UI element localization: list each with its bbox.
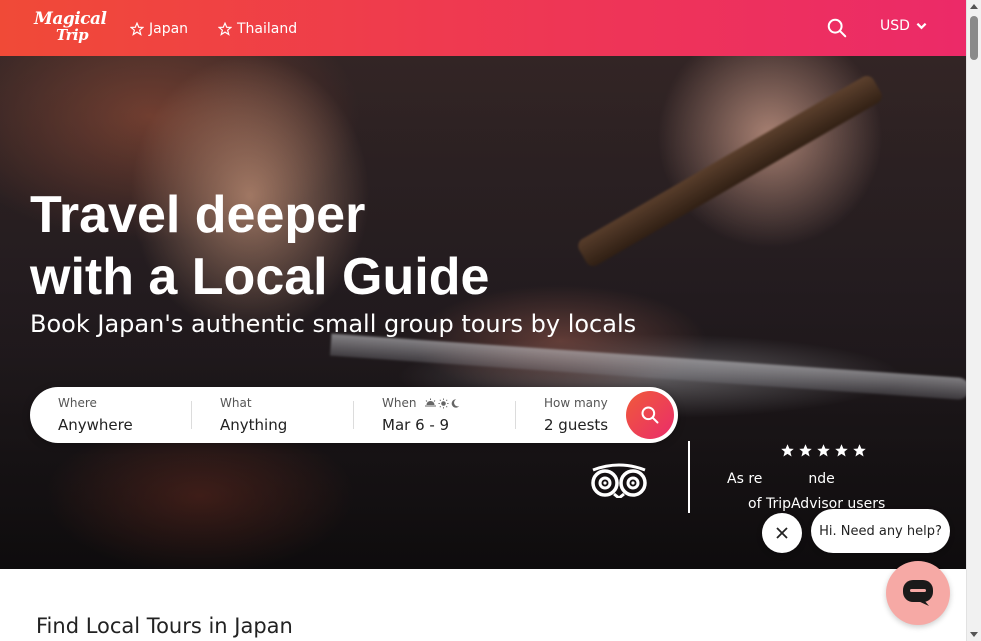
- tour-search-bar: Where Anywhere What Anything When Mar 6 …: [30, 387, 678, 443]
- magicaltrip-logo[interactable]: Magical Trip: [34, 9, 107, 47]
- star-filled-icon: [781, 444, 794, 457]
- chevron-down-icon: [916, 22, 927, 30]
- search-where-field[interactable]: Where Anywhere: [58, 387, 188, 443]
- tripadvisor-owl-icon: [591, 463, 647, 498]
- hero-subtitle: Book Japan's authentic small group tours…: [30, 310, 637, 338]
- when-value: Mar 6 - 9: [382, 416, 450, 434]
- what-label: What: [220, 396, 252, 410]
- where-label: Where: [58, 396, 97, 410]
- chat-launcher-button[interactable]: [886, 561, 950, 625]
- star-filled-icon: [817, 444, 830, 457]
- chat-icon: [903, 580, 933, 606]
- currency-label: USD: [880, 18, 910, 34]
- search-submit-button[interactable]: [626, 391, 674, 439]
- chat-close-button[interactable]: [762, 513, 802, 553]
- search-when-field[interactable]: When Mar 6 - 9: [382, 387, 512, 443]
- search-guests-field[interactable]: How many 2 guests: [544, 387, 634, 443]
- tripadvisor-rating-stars: [780, 443, 867, 458]
- guests-value: 2 guests: [544, 416, 609, 434]
- search-divider: [191, 401, 192, 429]
- moon-icon: [452, 398, 460, 408]
- page-scrollbar[interactable]: [966, 0, 981, 641]
- star-filled-icon: [799, 444, 812, 457]
- logo-line2: Trip: [56, 26, 89, 44]
- scrollbar-thumb[interactable]: [970, 16, 978, 60]
- nav-thailand-label: Thailand: [237, 21, 298, 37]
- nav-thailand[interactable]: Thailand: [218, 18, 297, 40]
- sunrise-icon: [425, 398, 437, 407]
- when-label-row: When: [382, 396, 460, 410]
- hero-title-line1: Travel deeper: [30, 186, 366, 244]
- nav-japan[interactable]: Japan: [130, 18, 188, 40]
- search-what-field[interactable]: What Anything: [220, 387, 350, 443]
- star-outline-icon: [218, 22, 232, 36]
- hero-banner: Travel deeper with a Local Guide Book Ja…: [0, 56, 966, 569]
- tripadvisor-text-line1-start: As re: [727, 471, 763, 487]
- chat-greeting-bubble[interactable]: Hi. Need any help?: [811, 509, 950, 553]
- sun-icon: [438, 397, 450, 409]
- tripadvisor-divider: [688, 441, 690, 513]
- tripadvisor-text-line1: As re nde: [727, 471, 835, 487]
- when-label: When: [382, 396, 417, 410]
- tripadvisor-text-line1-end: nde: [808, 471, 835, 487]
- hero-content: Travel deeper with a Local Guide Book Ja…: [0, 56, 966, 569]
- currency-selector[interactable]: USD: [880, 18, 927, 34]
- hero-title: Travel deeper with a Local Guide: [30, 184, 650, 308]
- search-divider: [515, 401, 516, 429]
- search-icon: [641, 406, 659, 424]
- what-value: Anything: [220, 416, 288, 434]
- search-icon[interactable]: [826, 17, 848, 39]
- scroll-up-arrow[interactable]: [970, 4, 978, 9]
- close-icon: [776, 527, 788, 539]
- logo-line1: Magical: [34, 9, 107, 29]
- nav-japan-label: Japan: [149, 21, 189, 37]
- search-divider: [353, 401, 354, 429]
- section-title: Find Local Tours in Japan: [36, 614, 293, 638]
- where-value: Anywhere: [58, 416, 133, 434]
- star-filled-icon: [835, 444, 848, 457]
- scroll-down-arrow[interactable]: [970, 632, 978, 637]
- star-outline-icon: [130, 22, 144, 36]
- top-header: Magical Trip Japan Thailand USD: [0, 0, 966, 56]
- star-filled-icon: [853, 444, 866, 457]
- hero-title-line2: with a Local Guide: [30, 248, 490, 306]
- guests-label: How many: [544, 396, 608, 410]
